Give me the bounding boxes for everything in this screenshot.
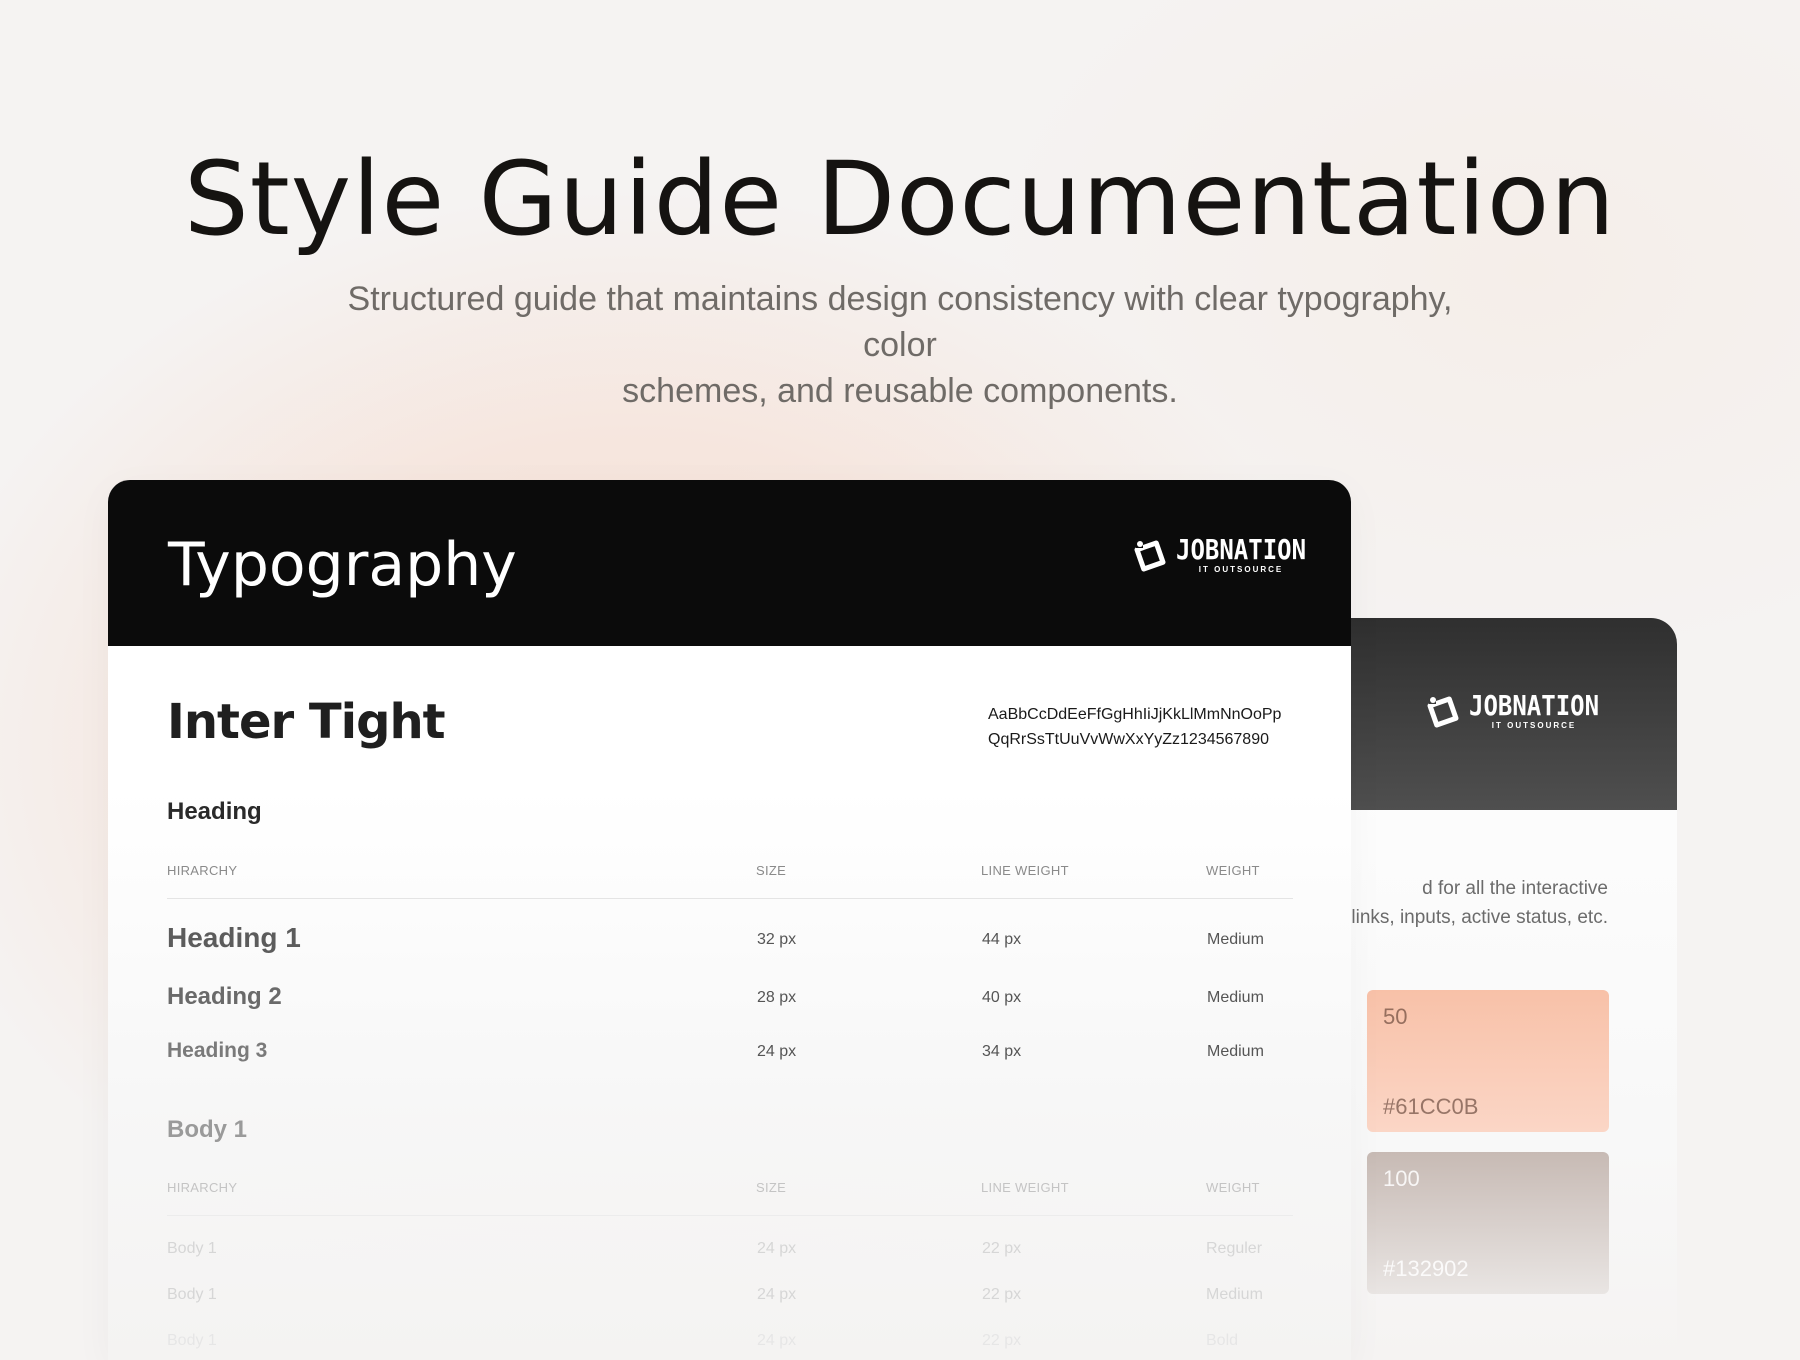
brand-tagline: IT OUTSOURCE bbox=[1491, 721, 1577, 730]
table-row-body-3-line: 22 px bbox=[982, 1332, 1022, 1349]
table-row-body-2-size: 24 px bbox=[757, 1286, 797, 1303]
table-row-heading-1-weight: Medium bbox=[1207, 931, 1264, 948]
table-row-heading-3-line: 34 px bbox=[982, 1043, 1022, 1060]
brand-name: JOBNATION bbox=[1469, 689, 1600, 723]
glyph-line-1: AaBbCcDdEeFfGgHhIiJjKkLlMmNnOoPp bbox=[988, 706, 1282, 723]
table-row-heading-1-size: 32 px bbox=[757, 931, 797, 948]
table-row-body-3-weight: Bold bbox=[1206, 1332, 1239, 1349]
column-header-size: SIZE bbox=[756, 1180, 787, 1195]
table-row-body-1-size: 24 px bbox=[757, 1240, 797, 1257]
column-header-line-weight: LINE WEIGHT bbox=[981, 863, 1069, 878]
table-row-heading-2-name: Heading 2 bbox=[167, 983, 282, 1010]
section-label-body: Body 1 bbox=[167, 1116, 248, 1143]
typography-title: Typography bbox=[168, 530, 517, 600]
table-row-heading-3-weight: Medium bbox=[1207, 1043, 1264, 1060]
table-row-body-1-line: 22 px bbox=[982, 1240, 1022, 1257]
table-row-body-3-size: 24 px bbox=[757, 1332, 797, 1349]
table-row-body-2-weight: Medium bbox=[1206, 1286, 1263, 1303]
table-row-body-1-name: Body 1 bbox=[167, 1240, 217, 1257]
table-row-heading-3-name: Heading 3 bbox=[167, 1039, 268, 1062]
table-row-body-2-line: 22 px bbox=[982, 1286, 1022, 1303]
font-glyph-sample: AaBbCcDdEeFfGgHhIiJjKkLlMmNnOoPp QqRrSsT… bbox=[988, 702, 1281, 752]
table-row-body-3-name: Body 1 bbox=[167, 1332, 217, 1349]
table-row-heading-2-weight: Medium bbox=[1207, 989, 1264, 1006]
swatch-level: 100 bbox=[1383, 1166, 1420, 1191]
table-row-body-2-name: Body 1 bbox=[167, 1286, 217, 1303]
column-header-weight: WEIGHT bbox=[1206, 1180, 1260, 1195]
brand-logo-color-card: JOBNATION IT OUTSOURCE bbox=[1425, 689, 1600, 730]
subtitle-line-1: Structured guide that maintains design c… bbox=[347, 280, 1453, 364]
column-header-hierarchy: HIRARCHY bbox=[167, 1180, 238, 1195]
column-header-weight: WEIGHT bbox=[1206, 863, 1260, 878]
table-row-heading-1-line: 44 px bbox=[982, 931, 1022, 948]
table-divider bbox=[167, 898, 1293, 899]
color-description: d for all the interactive links, inputs,… bbox=[1300, 874, 1677, 932]
swatch-hex: #132902 bbox=[1383, 1256, 1469, 1281]
table-divider bbox=[167, 1215, 1293, 1216]
jobnation-logo-icon bbox=[1427, 696, 1459, 728]
table-row-heading-3-size: 24 px bbox=[757, 1043, 797, 1060]
page-subtitle: Structured guide that maintains design c… bbox=[310, 276, 1490, 414]
brand-name: JOBNATION bbox=[1176, 533, 1307, 567]
swatch-100[interactable]: 100 #132902 bbox=[1367, 1152, 1609, 1294]
typography-card: Typography JOBNATION IT OUTSOURCE Inter … bbox=[108, 480, 1351, 1360]
table-row-heading-2-size: 28 px bbox=[757, 989, 797, 1006]
table-row-heading-1-name: Heading 1 bbox=[167, 922, 301, 953]
jobnation-logo-icon bbox=[1134, 540, 1166, 572]
column-header-line-weight: LINE WEIGHT bbox=[981, 1180, 1069, 1195]
brand-logo-typography-card: JOBNATION IT OUTSOURCE bbox=[1132, 533, 1307, 574]
table-row-heading-2-line: 40 px bbox=[982, 989, 1022, 1006]
brand-tagline: IT OUTSOURCE bbox=[1198, 565, 1284, 574]
typography-header: Typography JOBNATION IT OUTSOURCE bbox=[108, 480, 1351, 646]
column-header-size: SIZE bbox=[756, 863, 787, 878]
section-label-heading: Heading bbox=[167, 798, 262, 825]
swatch-hex: #61CC0B bbox=[1383, 1094, 1479, 1119]
glyph-line-2: QqRrSsTtUuVvWwXxYyZz1234567890 bbox=[988, 731, 1269, 748]
swatch-level: 50 bbox=[1383, 1004, 1408, 1029]
page-title: Style Guide Documentation bbox=[184, 140, 1616, 259]
table-row-body-1-weight: Reguler bbox=[1206, 1240, 1263, 1257]
subtitle-line-2: schemes, and reusable components. bbox=[622, 372, 1178, 410]
column-header-hierarchy: HIRARCHY bbox=[167, 863, 238, 878]
font-name: Inter Tight bbox=[167, 694, 446, 750]
swatch-50[interactable]: 50 #61CC0B bbox=[1367, 990, 1609, 1132]
